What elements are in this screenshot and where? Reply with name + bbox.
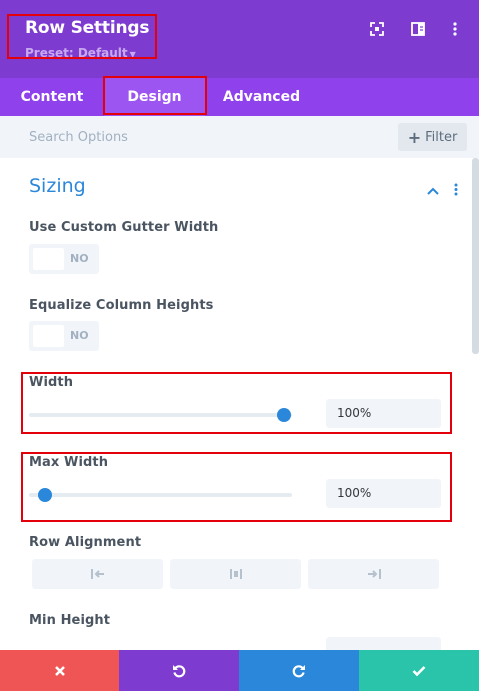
align-center-button[interactable] <box>170 559 301 589</box>
max-width-value-field[interactable]: 100% <box>326 479 441 508</box>
check-icon <box>412 665 426 676</box>
filter-button[interactable]: + Filter <box>398 123 467 151</box>
tab-design[interactable]: Design <box>104 78 205 116</box>
align-left-button[interactable] <box>32 559 163 589</box>
row-alignment-label: Row Alignment <box>29 535 142 550</box>
preset-selector[interactable]: Preset: Default ▼ <box>25 46 136 60</box>
close-icon <box>54 665 65 676</box>
width-value-field[interactable]: 100% <box>326 399 441 428</box>
section-title[interactable]: Sizing <box>29 175 86 197</box>
more-icon[interactable] <box>445 19 465 39</box>
tab-bar: Content Design Advanced <box>0 78 479 116</box>
caret-down-icon: ▼ <box>129 50 136 59</box>
fullscreen-icon[interactable] <box>367 19 387 39</box>
toggle-knob <box>33 325 64 347</box>
undo-button[interactable] <box>119 650 239 691</box>
search-bar: + Filter <box>0 116 479 158</box>
discard-button[interactable] <box>0 650 119 691</box>
align-left-icon <box>90 569 104 579</box>
toggle-state: NO <box>70 329 89 342</box>
tab-advanced[interactable]: Advanced <box>205 78 318 116</box>
align-right-button[interactable] <box>308 559 439 589</box>
modal-header: Row Settings Preset: Default ▼ <box>0 0 479 78</box>
redo-button[interactable] <box>239 650 359 691</box>
plus-icon: + <box>407 127 422 147</box>
modal-title: Row Settings <box>25 18 150 38</box>
width-slider-track[interactable] <box>29 413 292 417</box>
equalize-heights-label: Equalize Column Heights <box>29 298 214 313</box>
undo-icon <box>173 664 186 677</box>
equalize-heights-toggle[interactable]: NO <box>29 321 99 351</box>
action-footer <box>0 650 479 691</box>
filter-label: Filter <box>425 129 458 145</box>
gutter-width-toggle[interactable]: NO <box>29 244 99 274</box>
redo-icon <box>292 664 305 677</box>
align-center-icon <box>229 569 242 579</box>
search-input[interactable] <box>0 116 390 158</box>
width-slider-thumb[interactable] <box>277 408 292 422</box>
max-width-slider-thumb[interactable] <box>37 488 52 502</box>
chevron-up-icon[interactable] <box>427 180 439 199</box>
scrollbar[interactable] <box>472 158 479 354</box>
max-width-label: Max Width <box>29 455 109 470</box>
tab-content[interactable]: Content <box>0 78 104 116</box>
gutter-width-label: Use Custom Gutter Width <box>29 220 219 235</box>
preset-label: Preset: Default <box>25 46 128 60</box>
toggle-state: NO <box>70 252 89 265</box>
save-button[interactable] <box>359 650 479 691</box>
split-view-icon[interactable] <box>408 19 428 39</box>
max-width-slider-track[interactable] <box>29 493 292 497</box>
min-height-label: Min Height <box>29 613 111 628</box>
width-label: Width <box>29 375 74 390</box>
section-more-icon[interactable] <box>454 181 458 200</box>
toggle-knob <box>33 248 64 270</box>
align-right-icon <box>367 569 381 579</box>
